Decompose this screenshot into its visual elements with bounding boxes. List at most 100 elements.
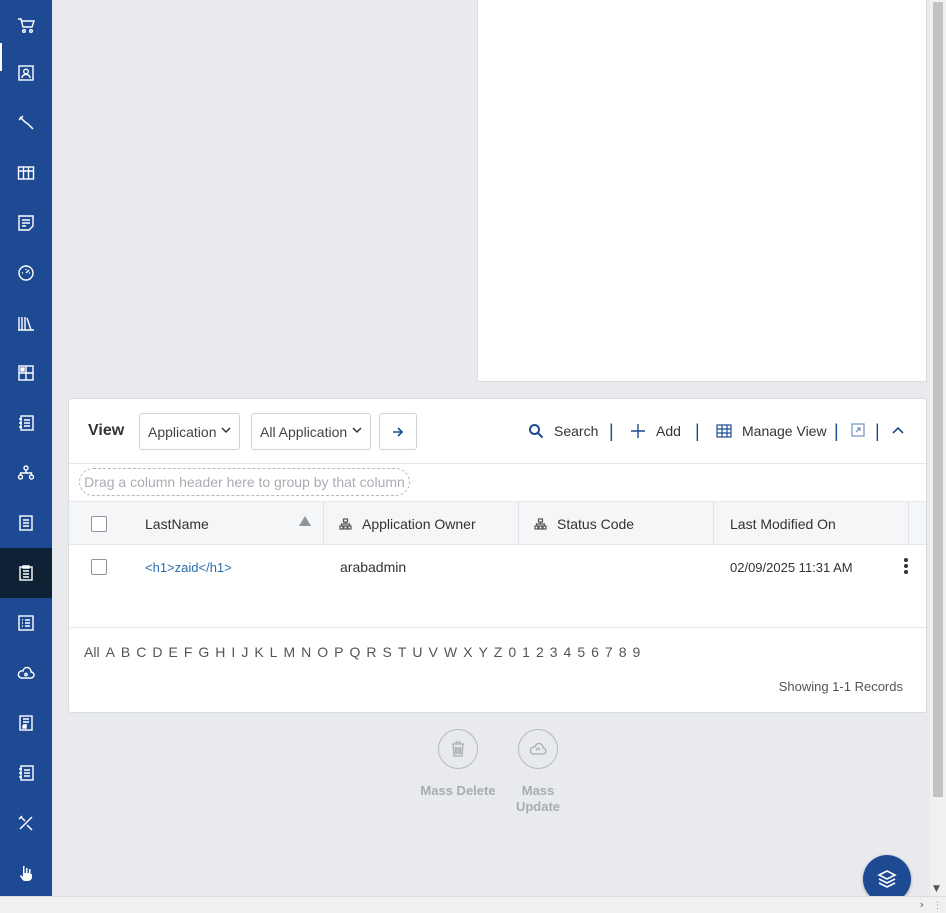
sidebar-item-hand[interactable] (0, 848, 52, 898)
mass-update-button[interactable]: Mass Update (498, 729, 578, 815)
alphabet-filter-item[interactable]: T (398, 644, 407, 660)
alphabet-filter-item[interactable]: E (169, 644, 178, 660)
tools-icon (18, 815, 33, 831)
column-header-application-owner[interactable]: Application Owner (339, 502, 476, 545)
sidebar-item-checklist[interactable] (0, 598, 52, 648)
sidebar-item-cart[interactable] (0, 0, 52, 50)
sidebar-item-document[interactable] (0, 498, 52, 548)
alphabet-filter-item[interactable]: A (106, 644, 115, 660)
column-header-lastname[interactable]: LastName (145, 502, 325, 545)
alphabet-filter-item[interactable]: X (463, 644, 472, 660)
alphabet-filter-item[interactable]: Q (349, 644, 360, 660)
alphabet-filter-item[interactable]: U (412, 644, 422, 660)
sidebar-item-hierarchy[interactable] (0, 448, 52, 498)
chevron-down-icon (221, 427, 231, 434)
sidebar-item-report[interactable] (0, 698, 52, 748)
horizontal-scrollbar[interactable]: › ⋮ (0, 896, 946, 913)
sidebar-item-notes[interactable] (0, 198, 52, 248)
toolbar-separator: | (609, 421, 614, 441)
alphabet-filter-item[interactable]: H (215, 644, 225, 660)
scroll-down-arrow-icon[interactable]: ▼ (933, 884, 940, 894)
alphabet-filter-item[interactable]: 8 (619, 644, 627, 660)
alphabet-filter-item[interactable]: 6 (591, 644, 599, 660)
column-header-status-code[interactable]: Status Code (534, 502, 634, 545)
toolbar-separator: | (834, 421, 839, 441)
vertical-scrollbar-thumb[interactable] (933, 2, 943, 797)
alphabet-filter-item[interactable]: 3 (550, 644, 558, 660)
hierarchy-icon (17, 465, 35, 480)
alphabet-filter-item[interactable]: 0 (508, 644, 516, 660)
sidebar-item-contacts[interactable] (0, 48, 52, 98)
mass-delete-button[interactable]: Mass Delete (418, 729, 498, 799)
notes-icon (18, 215, 34, 231)
cell-modified: 02/09/2025 11:31 AM (730, 559, 853, 575)
sidebar-item-list-document[interactable] (0, 398, 52, 448)
row-checkbox[interactable] (91, 559, 107, 575)
alphabet-filter-item[interactable]: D (152, 644, 162, 660)
alphabet-filter-item[interactable]: S (383, 644, 392, 660)
manage-view-button[interactable]: Manage View (716, 423, 827, 439)
expand-button[interactable] (851, 423, 865, 437)
alphabet-filter-item[interactable]: N (301, 644, 311, 660)
scroll-right-arrow-icon[interactable]: › (920, 898, 924, 911)
alphabet-filter-item[interactable]: 2 (536, 644, 544, 660)
collapse-button[interactable] (891, 423, 905, 437)
wrench-icon (18, 115, 34, 130)
expand-icon (851, 423, 865, 437)
alphabet-filter-item[interactable]: Z (494, 644, 503, 660)
select-all-checkbox[interactable] (91, 515, 107, 532)
alphabet-filter-item[interactable]: O (317, 644, 328, 660)
select-all-cell (91, 502, 107, 545)
alphabet-filter-item[interactable]: All (84, 644, 100, 660)
add-button[interactable]: Add (630, 423, 681, 439)
sidebar-item-tools[interactable] (0, 98, 52, 148)
detail-panel (477, 0, 927, 382)
alphabet-filter-item[interactable]: L (270, 644, 278, 660)
sidebar-item-cloud[interactable] (0, 648, 52, 698)
search-button[interactable]: Search (528, 423, 598, 439)
alphabet-filter-item[interactable]: 4 (564, 644, 572, 660)
alphabet-filter-item[interactable]: 5 (577, 644, 585, 660)
mass-delete-label: Mass Delete (420, 783, 496, 798)
group-by-dropzone[interactable]: Drag a column header here to group by th… (79, 468, 410, 496)
record-link[interactable]: <h1>zaid</h1> (145, 560, 232, 575)
alphabet-filter-item[interactable]: J (241, 644, 248, 660)
alphabet-filter-item[interactable]: V (429, 644, 438, 660)
alphabet-filter-item[interactable]: 9 (633, 644, 641, 660)
column-header-last-modified[interactable]: Last Modified On (730, 502, 836, 545)
sidebar-item-columns[interactable] (0, 148, 52, 198)
alphabet-filter-item[interactable]: R (366, 644, 376, 660)
alphabet-filter-item[interactable]: 1 (522, 644, 530, 660)
alphabet-filter-item[interactable]: Y (478, 644, 487, 660)
column-divider (518, 502, 519, 545)
alphabet-filter-item[interactable]: W (444, 644, 457, 660)
alphabet-filter-item[interactable]: M (283, 644, 295, 660)
sidebar-item-list-document-2[interactable] (0, 748, 52, 798)
alphabet-filter-item[interactable]: G (198, 644, 209, 660)
sidebar-item-dashboard[interactable] (0, 248, 52, 298)
report-icon (19, 715, 33, 731)
column-divider (713, 502, 714, 545)
alphabet-filter-item[interactable]: I (231, 644, 235, 660)
sidebar-item-library[interactable] (0, 298, 52, 348)
toolbar-separator: | (875, 421, 880, 441)
row-actions-menu-icon[interactable] (901, 558, 911, 576)
column-header-label: Application Owner (362, 515, 476, 532)
vertical-scrollbar[interactable]: ▼ (930, 0, 946, 896)
alphabet-filter-item[interactable]: F (184, 644, 193, 660)
library-icon (18, 317, 34, 331)
filter-select-value: All Application (260, 423, 348, 440)
sidebar-item-layout[interactable] (0, 348, 52, 398)
alphabet-filter-item[interactable]: 7 (605, 644, 613, 660)
filter-select[interactable]: All Application (251, 413, 371, 450)
apply-view-button[interactable] (379, 413, 417, 450)
grid-card: View Application All Application Search … (68, 398, 927, 713)
view-select[interactable]: Application (139, 413, 240, 450)
alphabet-filter-item[interactable]: K (254, 644, 263, 660)
sidebar-item-clipboard[interactable] (0, 548, 52, 598)
column-header-label: Status Code (557, 515, 635, 532)
alphabet-filter-item[interactable]: B (121, 644, 130, 660)
alphabet-filter-item[interactable]: P (334, 644, 343, 660)
sidebar-item-tools-2[interactable] (0, 798, 52, 848)
alphabet-filter-item[interactable]: C (136, 644, 146, 660)
